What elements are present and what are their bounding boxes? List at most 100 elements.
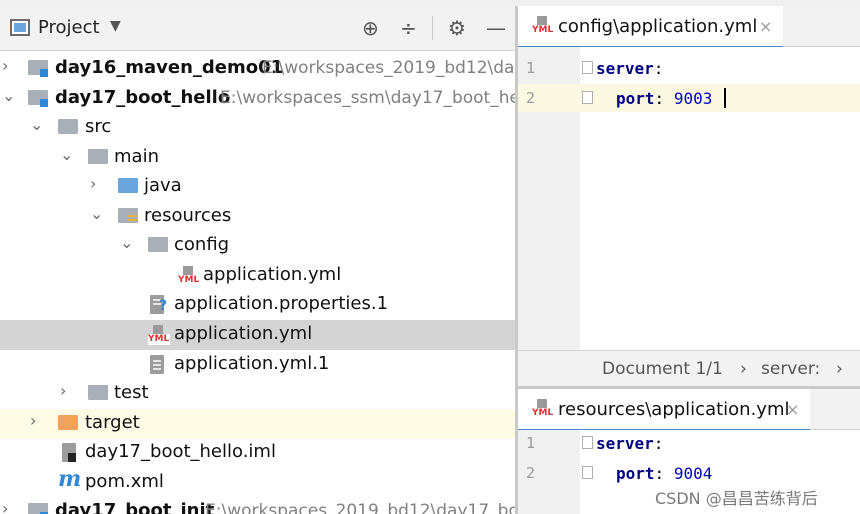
- yaml-value: 9004: [673, 464, 713, 483]
- code-line: server:: [596, 434, 663, 453]
- text-caret: [724, 88, 726, 108]
- excluded-folder-icon: [58, 415, 78, 430]
- tree-item-folder[interactable]: › target: [0, 409, 515, 439]
- tree-item-module[interactable]: ⌄ day17_boot_hello E:\workspaces_ssm\day…: [0, 84, 515, 114]
- chevron-right-icon[interactable]: ›: [2, 499, 8, 514]
- gear-icon[interactable]: ⚙: [448, 16, 466, 40]
- watermark-text: CSDN @昌昌苦练背后: [655, 489, 818, 508]
- close-icon[interactable]: ×: [759, 17, 772, 36]
- chevron-right-icon[interactable]: ›: [30, 411, 36, 430]
- tree-item-label: application.yml: [174, 323, 313, 344]
- project-panel: Project ▼ ⊕ ÷ ⚙ — › day16_maven_demo01 E…: [0, 6, 515, 514]
- fold-marker-icon[interactable]: [582, 466, 593, 479]
- tree-item-label: test: [114, 382, 149, 403]
- chevron-down-icon[interactable]: ⌄: [120, 233, 133, 252]
- editor-tab[interactable]: YML config\application.yml ×: [518, 6, 783, 49]
- hide-panel-icon[interactable]: —: [486, 16, 506, 40]
- fold-marker-icon[interactable]: [582, 61, 593, 74]
- tree-item-path: E:\workspaces_ssm\day17_boot_he: [220, 88, 515, 108]
- project-view-title[interactable]: Project: [38, 17, 100, 38]
- unknown-type-icon: ?: [159, 298, 168, 314]
- tree-item-label: resources: [144, 205, 232, 226]
- tree-item-file[interactable]: ? application.properties.1: [0, 290, 515, 320]
- editor-tab[interactable]: YML resources\application.yml ×: [518, 389, 810, 432]
- breadcrumb-node[interactable]: server:: [761, 359, 820, 379]
- yml-file-icon: YML: [532, 399, 554, 419]
- yml-file-icon: YML: [532, 16, 554, 36]
- folder-icon: [88, 149, 108, 164]
- line-number: 2: [526, 464, 536, 482]
- project-panel-header: Project ▼ ⊕ ÷ ⚙ —: [0, 6, 515, 51]
- chevron-right-icon[interactable]: ›: [90, 174, 96, 193]
- close-icon[interactable]: ×: [786, 400, 799, 419]
- editor-breadcrumb: Document 1/1 › server: ›: [518, 350, 860, 387]
- tree-item-folder[interactable]: ⌄ resources: [0, 202, 515, 232]
- collapse-all-icon[interactable]: ÷: [400, 16, 417, 40]
- chevron-down-icon[interactable]: ⌄: [2, 86, 15, 105]
- yaml-key: port: [616, 464, 655, 483]
- fold-marker-icon[interactable]: [582, 436, 593, 449]
- module-folder-icon: [28, 90, 48, 107]
- module-folder-icon: [28, 60, 48, 77]
- tree-item-file[interactable]: m pom.xml: [0, 466, 515, 498]
- tree-item-label: day17_boot_init: [55, 500, 215, 514]
- tree-item-folder[interactable]: › java: [0, 172, 515, 202]
- chevron-down-icon[interactable]: ⌄: [90, 204, 103, 223]
- module-folder-icon: [28, 503, 48, 514]
- tree-item-folder[interactable]: › test: [0, 379, 515, 409]
- text-file-icon: [150, 355, 164, 374]
- resources-folder-icon: [118, 208, 138, 223]
- folder-icon: [148, 237, 168, 252]
- line-number: 2: [526, 89, 536, 107]
- editor-top[interactable]: 1 2 server: port: 9003: [518, 47, 860, 350]
- chevron-down-icon[interactable]: ▼: [110, 18, 121, 34]
- tree-item-folder[interactable]: ⌄ main: [0, 143, 515, 173]
- breadcrumb-document[interactable]: Document 1/1: [602, 359, 723, 379]
- line-number: 1: [526, 59, 536, 77]
- tree-item-label: day17_boot_hello.iml: [85, 441, 276, 462]
- tree-item-file-selected[interactable]: YML application.yml: [0, 320, 515, 350]
- tree-item-label: config: [174, 234, 230, 255]
- chevron-right-icon[interactable]: ›: [60, 381, 66, 400]
- tree-item-file[interactable]: day17_boot_hello.iml: [0, 438, 515, 468]
- yml-file-icon: YML: [178, 266, 200, 286]
- tree-item-module[interactable]: › day17_boot_init E:\workspaces_2019_bd1…: [0, 497, 515, 514]
- yaml-value: 9003: [673, 89, 713, 108]
- tree-item-label: application.properties.1: [174, 293, 389, 314]
- fold-marker-icon[interactable]: [582, 91, 593, 104]
- tree-item-folder[interactable]: ⌄ config: [0, 231, 515, 261]
- tree-item-label: day16_maven_demo01: [55, 57, 284, 78]
- tree-item-label: pom.xml: [85, 471, 164, 492]
- chevron-right-icon[interactable]: ›: [2, 56, 8, 75]
- folder-icon: [88, 385, 108, 400]
- yaml-colon: :: [653, 59, 664, 78]
- tree-item-label: java: [144, 175, 182, 196]
- chevron-down-icon[interactable]: ⌄: [30, 115, 43, 134]
- chevron-down-icon[interactable]: ⌄: [60, 145, 73, 164]
- tree-item-module[interactable]: › day16_maven_demo01 E:\workspaces_2019_…: [0, 54, 515, 84]
- tree-item-path: E:\workspaces_2019_bd12\da: [262, 58, 515, 78]
- tree-item-folder[interactable]: ⌄ src: [0, 113, 515, 143]
- editor-tab-bar-bottom: YML resources\application.yml ×: [518, 389, 860, 432]
- folder-icon: [58, 119, 78, 134]
- tree-item-label: application.yml: [203, 264, 342, 285]
- tree-item-label: target: [85, 412, 140, 433]
- header-separator: [432, 16, 433, 40]
- yaml-key: port: [616, 89, 655, 108]
- maven-icon: m: [58, 466, 82, 492]
- yml-file-icon: YML: [148, 325, 170, 345]
- editor-tab-label: config\application.yml: [558, 16, 758, 37]
- tree-item-label: main: [114, 146, 159, 167]
- editor-tab-label: resources\application.yml: [558, 399, 790, 420]
- tree-item-label: day17_boot_hello: [55, 87, 231, 108]
- tree-item-file[interactable]: YML application.yml: [0, 261, 515, 291]
- locate-target-icon[interactable]: ⊕: [362, 16, 379, 40]
- source-folder-icon: [118, 178, 138, 193]
- project-view-icon: [10, 19, 30, 36]
- tree-item-file[interactable]: application.yml.1: [0, 350, 515, 380]
- code-line: server:: [596, 59, 663, 78]
- tree-item-path: E:\workspaces_2019_bd12\day17_bo: [205, 501, 515, 514]
- chevron-right-icon: ›: [740, 359, 747, 379]
- yaml-colon: :: [654, 89, 665, 108]
- code-line: port: 9004: [616, 464, 712, 483]
